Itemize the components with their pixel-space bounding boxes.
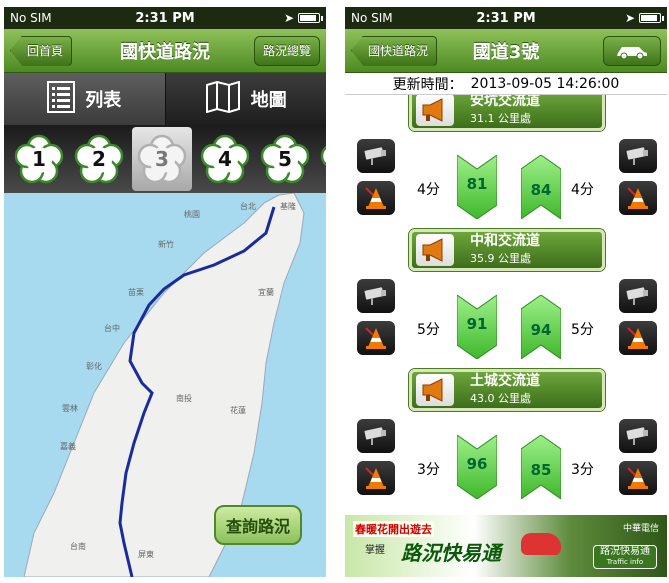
megaphone-icon	[416, 234, 454, 266]
city-label: 桃園	[184, 210, 200, 219]
banner-prefix: 掌握	[365, 545, 385, 556]
southbound-speed-chevron: 91	[456, 294, 498, 360]
route-more-button[interactable]	[318, 132, 326, 186]
southbound-speed-chevron: 81	[456, 154, 498, 220]
update-time-value: 2013-09-05 14:26:00	[470, 75, 620, 92]
interchange-list[interactable]: 安坑交流道 31.1 公里處 4分 4分 81 84 中和交流道 35.9 公里處 5分 5分 91…	[345, 95, 667, 515]
city-label: 新竹	[158, 240, 174, 249]
city-label: 嘉義	[60, 442, 76, 451]
northbound-speed: 94	[530, 321, 552, 339]
ad-banner[interactable]: 春暖花開出遊去 掌握 路況快易通 中華電信 路況快易通 Traffic info	[345, 515, 667, 577]
banner-app-badge: 路況快易通 Traffic info	[593, 545, 657, 569]
city-label: 雲林	[62, 404, 78, 413]
cone-icon[interactable]	[619, 461, 657, 495]
travel-time-right: 3分	[571, 462, 594, 478]
plum-blossom-icon	[320, 145, 326, 174]
interchange-km: 35.9 公里處	[470, 252, 531, 265]
camera-icon[interactable]	[619, 419, 657, 453]
city-label: 台中	[104, 324, 120, 333]
status-bar: No SIM 2:31 PM ➤	[345, 7, 667, 29]
banner-slogan: 路況快易通	[401, 541, 501, 565]
interchange-card[interactable]: 土城交流道 43.0 公里處	[409, 369, 605, 411]
clock: 2:31 PM	[135, 10, 195, 26]
city-label: 基隆	[280, 202, 296, 211]
city-label: 花蓮	[230, 406, 246, 415]
route-3-button[interactable]: 3	[132, 127, 192, 191]
home-back-button[interactable]: 回首頁	[10, 35, 73, 66]
cone-icon[interactable]	[619, 321, 657, 355]
travel-time-left: 4分	[417, 182, 440, 198]
car-icon	[521, 533, 561, 555]
megaphone-icon	[416, 374, 454, 406]
car-icon	[617, 46, 647, 59]
cone-icon[interactable]	[357, 321, 395, 355]
city-label: 南投	[176, 394, 192, 403]
city-label: 苗栗	[128, 288, 144, 297]
interchange-name: 中和交流道	[470, 233, 540, 249]
tab-map[interactable]: 地圖	[165, 73, 326, 125]
list-icon	[47, 80, 76, 118]
travel-time-right: 4分	[571, 182, 594, 198]
megaphone-icon	[416, 95, 454, 126]
left-screen: No SIM 2:31 PM ➤ 回首頁 國快道路況 路況總覽 列表 地圖 1 …	[4, 7, 326, 577]
city-label: 屏東	[138, 550, 154, 559]
tab-map-label: 地圖	[250, 90, 287, 111]
route-5-button[interactable]: 5	[258, 132, 312, 186]
travel-time-left: 3分	[417, 462, 440, 478]
taiwan-map[interactable]: 台北 基隆 桃園 新竹 苗栗 宜蘭 台中 彰化 南投 花蓮 雲林 嘉義 台南 屏…	[4, 193, 326, 577]
camera-icon[interactable]	[619, 139, 657, 173]
tab-list-label: 列表	[85, 90, 122, 111]
interchange-card[interactable]: 中和交流道 35.9 公里處	[409, 229, 605, 271]
northbound-speed-chevron: 84	[520, 154, 562, 220]
nav-bar: 國快道路況 國道3號	[345, 29, 667, 73]
nav-bar: 回首頁 國快道路況 路況總覽	[4, 29, 326, 73]
interchange-km: 31.1 公里處	[470, 112, 531, 125]
interchange-name: 土城交流道	[470, 373, 540, 389]
northbound-speed: 85	[530, 461, 552, 479]
camera-icon[interactable]	[357, 279, 395, 313]
city-label: 宜蘭	[258, 288, 274, 297]
battery-icon	[639, 13, 664, 23]
southbound-speed: 96	[466, 455, 488, 473]
update-time-bar: 更新時間： 2013-09-05 14:26:00	[345, 73, 667, 95]
query-traffic-button[interactable]: 查詢路況	[214, 505, 302, 545]
car-view-button[interactable]	[603, 35, 661, 66]
southbound-speed: 91	[466, 315, 488, 333]
banner-headline: 春暖花開出遊去	[353, 521, 434, 537]
route-2-button[interactable]: 2	[72, 132, 126, 186]
southbound-speed-chevron: 96	[456, 434, 498, 500]
cone-icon[interactable]	[357, 461, 395, 495]
cone-icon[interactable]	[357, 181, 395, 215]
travel-time-right: 5分	[571, 322, 594, 338]
view-segment-control: 列表 地圖	[4, 73, 326, 125]
camera-icon[interactable]	[357, 139, 395, 173]
battery-icon	[298, 13, 323, 23]
northbound-speed-chevron: 85	[520, 434, 562, 500]
city-label: 彰化	[86, 362, 102, 371]
interchange-km: 43.0 公里處	[470, 392, 531, 405]
status-bar: No SIM 2:31 PM ➤	[4, 7, 326, 29]
camera-icon[interactable]	[619, 279, 657, 313]
cone-icon[interactable]	[619, 181, 657, 215]
travel-time-left: 5分	[417, 322, 440, 338]
right-screen: No SIM 2:31 PM ➤ 國快道路況 國道3號 更新時間： 2013-0…	[345, 7, 667, 577]
city-label: 台南	[70, 542, 86, 551]
interchange-card[interactable]: 安坑交流道 31.1 公里處	[409, 95, 605, 131]
back-button[interactable]: 國快道路況	[351, 35, 438, 66]
overview-button[interactable]: 路況總覽	[253, 35, 320, 66]
banner-brand: 中華電信	[622, 524, 659, 534]
city-label: 台北	[240, 202, 256, 211]
southbound-speed: 81	[466, 175, 488, 193]
route-selector: 1 2 3 4 5	[4, 125, 326, 193]
route-1-button[interactable]: 1	[12, 132, 66, 186]
interchange-name: 安坑交流道	[470, 95, 540, 109]
northbound-speed-chevron: 94	[520, 294, 562, 360]
update-time-label: 更新時間：	[392, 76, 463, 93]
camera-icon[interactable]	[357, 419, 395, 453]
map-icon	[205, 80, 241, 118]
northbound-speed: 84	[530, 181, 552, 199]
clock: 2:31 PM	[476, 10, 536, 26]
route-4-button[interactable]: 4	[198, 132, 252, 186]
tab-list[interactable]: 列表	[4, 73, 166, 125]
